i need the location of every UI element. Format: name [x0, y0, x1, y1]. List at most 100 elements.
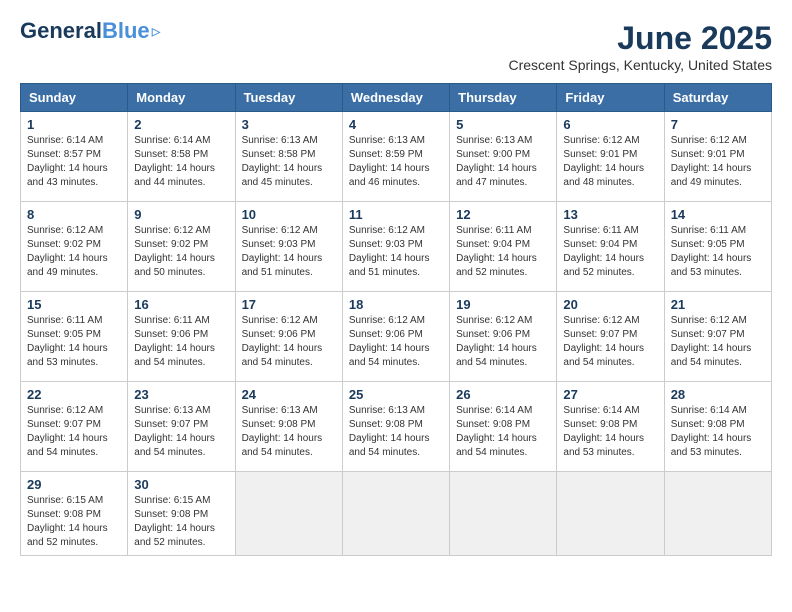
calendar-day-cell: 10 Sunrise: 6:12 AM Sunset: 9:03 PM Dayl…	[235, 202, 342, 292]
day-info: Sunrise: 6:11 AM Sunset: 9:06 PM Dayligh…	[134, 314, 228, 370]
calendar-day-cell: 12 Sunrise: 6:11 AM Sunset: 9:04 PM Dayl…	[450, 202, 557, 292]
day-number: 22	[27, 387, 121, 402]
day-info: Sunrise: 6:13 AM Sunset: 9:08 PM Dayligh…	[349, 404, 443, 460]
day-number: 4	[349, 117, 443, 132]
location-subtitle: Crescent Springs, Kentucky, United State…	[508, 57, 772, 73]
day-info: Sunrise: 6:13 AM Sunset: 8:58 PM Dayligh…	[242, 134, 336, 190]
day-number: 16	[134, 297, 228, 312]
day-info: Sunrise: 6:14 AM Sunset: 9:08 PM Dayligh…	[671, 404, 765, 460]
calendar-day-cell: 4 Sunrise: 6:13 AM Sunset: 8:59 PM Dayli…	[342, 112, 449, 202]
calendar-day-cell: 8 Sunrise: 6:12 AM Sunset: 9:02 PM Dayli…	[21, 202, 128, 292]
logo: GeneralBlue ▹	[20, 20, 161, 42]
day-number: 15	[27, 297, 121, 312]
day-info: Sunrise: 6:15 AM Sunset: 9:08 PM Dayligh…	[134, 494, 228, 550]
day-info: Sunrise: 6:13 AM Sunset: 9:08 PM Dayligh…	[242, 404, 336, 460]
day-number: 14	[671, 207, 765, 222]
calendar-day-cell: 21 Sunrise: 6:12 AM Sunset: 9:07 PM Dayl…	[664, 292, 771, 382]
day-number: 18	[349, 297, 443, 312]
calendar-day-cell: 14 Sunrise: 6:11 AM Sunset: 9:05 PM Dayl…	[664, 202, 771, 292]
day-number: 24	[242, 387, 336, 402]
day-info: Sunrise: 6:12 AM Sunset: 9:01 PM Dayligh…	[563, 134, 657, 190]
day-info: Sunrise: 6:13 AM Sunset: 8:59 PM Dayligh…	[349, 134, 443, 190]
calendar-day-cell	[557, 472, 664, 556]
day-number: 10	[242, 207, 336, 222]
calendar-day-cell	[450, 472, 557, 556]
logo-text: GeneralBlue	[20, 20, 150, 42]
day-info: Sunrise: 6:11 AM Sunset: 9:04 PM Dayligh…	[456, 224, 550, 280]
day-info: Sunrise: 6:12 AM Sunset: 9:07 PM Dayligh…	[27, 404, 121, 460]
day-number: 17	[242, 297, 336, 312]
day-number: 25	[349, 387, 443, 402]
page-header: GeneralBlue ▹ June 2025 Crescent Springs…	[20, 20, 772, 73]
day-number: 5	[456, 117, 550, 132]
day-number: 28	[671, 387, 765, 402]
calendar-day-cell	[342, 472, 449, 556]
day-number: 11	[349, 207, 443, 222]
calendar-day-cell: 28 Sunrise: 6:14 AM Sunset: 9:08 PM Dayl…	[664, 382, 771, 472]
calendar-day-cell	[235, 472, 342, 556]
day-number: 6	[563, 117, 657, 132]
day-info: Sunrise: 6:11 AM Sunset: 9:05 PM Dayligh…	[671, 224, 765, 280]
calendar-day-cell: 16 Sunrise: 6:11 AM Sunset: 9:06 PM Dayl…	[128, 292, 235, 382]
weekday-header: Monday	[128, 84, 235, 112]
calendar-day-cell: 13 Sunrise: 6:11 AM Sunset: 9:04 PM Dayl…	[557, 202, 664, 292]
day-number: 27	[563, 387, 657, 402]
title-area: June 2025 Crescent Springs, Kentucky, Un…	[508, 20, 772, 73]
day-info: Sunrise: 6:13 AM Sunset: 9:00 PM Dayligh…	[456, 134, 550, 190]
day-info: Sunrise: 6:12 AM Sunset: 9:02 PM Dayligh…	[134, 224, 228, 280]
day-number: 7	[671, 117, 765, 132]
weekday-header: Tuesday	[235, 84, 342, 112]
day-number: 19	[456, 297, 550, 312]
calendar-day-cell: 22 Sunrise: 6:12 AM Sunset: 9:07 PM Dayl…	[21, 382, 128, 472]
calendar-day-cell: 5 Sunrise: 6:13 AM Sunset: 9:00 PM Dayli…	[450, 112, 557, 202]
calendar-day-cell: 2 Sunrise: 6:14 AM Sunset: 8:58 PM Dayli…	[128, 112, 235, 202]
calendar-day-cell: 1 Sunrise: 6:14 AM Sunset: 8:57 PM Dayli…	[21, 112, 128, 202]
day-number: 30	[134, 477, 228, 492]
calendar-day-cell	[664, 472, 771, 556]
calendar-day-cell: 18 Sunrise: 6:12 AM Sunset: 9:06 PM Dayl…	[342, 292, 449, 382]
day-number: 20	[563, 297, 657, 312]
day-number: 12	[456, 207, 550, 222]
day-info: Sunrise: 6:12 AM Sunset: 9:07 PM Dayligh…	[563, 314, 657, 370]
day-number: 13	[563, 207, 657, 222]
weekday-header: Sunday	[21, 84, 128, 112]
calendar-day-cell: 19 Sunrise: 6:12 AM Sunset: 9:06 PM Dayl…	[450, 292, 557, 382]
day-info: Sunrise: 6:12 AM Sunset: 9:01 PM Dayligh…	[671, 134, 765, 190]
day-number: 3	[242, 117, 336, 132]
day-info: Sunrise: 6:15 AM Sunset: 9:08 PM Dayligh…	[27, 494, 121, 550]
day-number: 9	[134, 207, 228, 222]
calendar-day-cell: 15 Sunrise: 6:11 AM Sunset: 9:05 PM Dayl…	[21, 292, 128, 382]
calendar-day-cell: 3 Sunrise: 6:13 AM Sunset: 8:58 PM Dayli…	[235, 112, 342, 202]
calendar-week-row: 8 Sunrise: 6:12 AM Sunset: 9:02 PM Dayli…	[21, 202, 772, 292]
day-number: 8	[27, 207, 121, 222]
day-number: 1	[27, 117, 121, 132]
day-info: Sunrise: 6:12 AM Sunset: 9:06 PM Dayligh…	[456, 314, 550, 370]
logo-bird-icon: ▹	[152, 21, 161, 42]
calendar-day-cell: 23 Sunrise: 6:13 AM Sunset: 9:07 PM Dayl…	[128, 382, 235, 472]
day-number: 23	[134, 387, 228, 402]
day-info: Sunrise: 6:12 AM Sunset: 9:06 PM Dayligh…	[349, 314, 443, 370]
calendar-week-row: 1 Sunrise: 6:14 AM Sunset: 8:57 PM Dayli…	[21, 112, 772, 202]
day-number: 26	[456, 387, 550, 402]
calendar-day-cell: 11 Sunrise: 6:12 AM Sunset: 9:03 PM Dayl…	[342, 202, 449, 292]
weekday-header: Saturday	[664, 84, 771, 112]
calendar-day-cell: 29 Sunrise: 6:15 AM Sunset: 9:08 PM Dayl…	[21, 472, 128, 556]
day-number: 2	[134, 117, 228, 132]
calendar-day-cell: 30 Sunrise: 6:15 AM Sunset: 9:08 PM Dayl…	[128, 472, 235, 556]
calendar-week-row: 15 Sunrise: 6:11 AM Sunset: 9:05 PM Dayl…	[21, 292, 772, 382]
month-title: June 2025	[508, 20, 772, 57]
weekday-header: Friday	[557, 84, 664, 112]
calendar-table: SundayMondayTuesdayWednesdayThursdayFrid…	[20, 83, 772, 556]
weekday-header: Thursday	[450, 84, 557, 112]
weekday-header-row: SundayMondayTuesdayWednesdayThursdayFrid…	[21, 84, 772, 112]
weekday-header: Wednesday	[342, 84, 449, 112]
day-info: Sunrise: 6:13 AM Sunset: 9:07 PM Dayligh…	[134, 404, 228, 460]
day-info: Sunrise: 6:14 AM Sunset: 8:58 PM Dayligh…	[134, 134, 228, 190]
calendar-day-cell: 24 Sunrise: 6:13 AM Sunset: 9:08 PM Dayl…	[235, 382, 342, 472]
day-number: 29	[27, 477, 121, 492]
day-info: Sunrise: 6:11 AM Sunset: 9:05 PM Dayligh…	[27, 314, 121, 370]
calendar-day-cell: 9 Sunrise: 6:12 AM Sunset: 9:02 PM Dayli…	[128, 202, 235, 292]
day-number: 21	[671, 297, 765, 312]
calendar-day-cell: 25 Sunrise: 6:13 AM Sunset: 9:08 PM Dayl…	[342, 382, 449, 472]
calendar-day-cell: 20 Sunrise: 6:12 AM Sunset: 9:07 PM Dayl…	[557, 292, 664, 382]
